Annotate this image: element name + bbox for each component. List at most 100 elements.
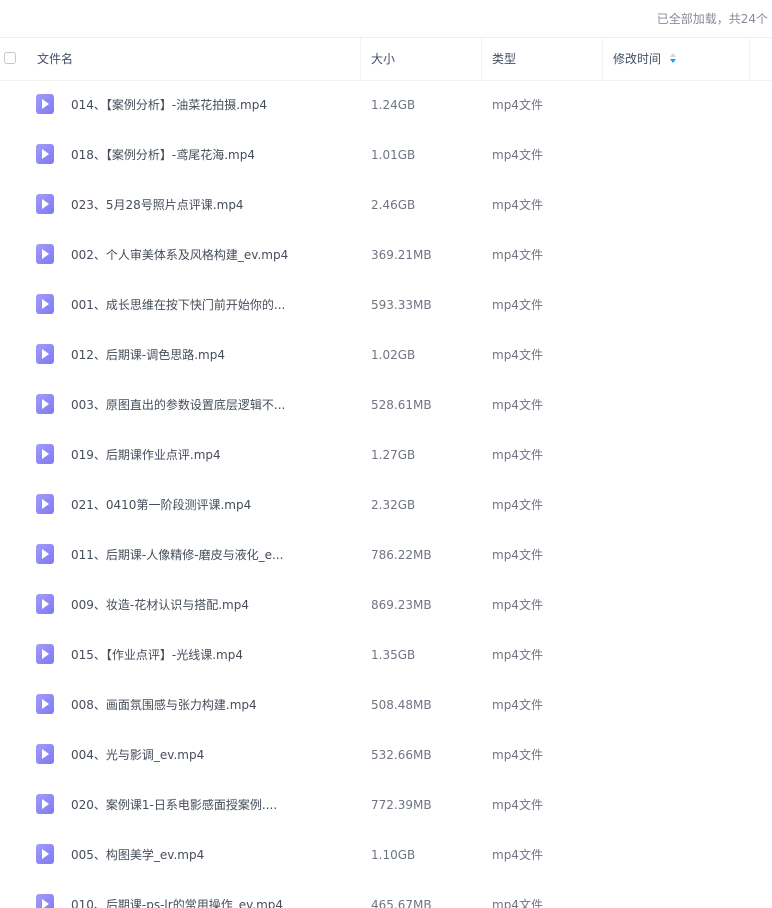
file-row[interactable]: 010、后期课-ps-lr的常用操作_ev.mp4 465.67MB mp4文件 xyxy=(0,880,772,908)
video-file-icon xyxy=(36,294,54,314)
file-name[interactable]: 005、构图美学_ev.mp4 xyxy=(71,830,204,880)
file-name[interactable]: 009、妆造-花材认识与搭配.mp4 xyxy=(71,580,249,630)
file-type: mp4文件 xyxy=(492,398,543,412)
file-name[interactable]: 008、画面氛围感与张力构建.mp4 xyxy=(71,680,257,730)
file-type: mp4文件 xyxy=(492,448,543,462)
column-divider[interactable] xyxy=(481,38,482,80)
file-size: 508.48MB xyxy=(371,698,432,712)
file-name[interactable]: 018、【案例分析】-鸢尾花海.mp4 xyxy=(71,130,255,180)
video-file-icon xyxy=(36,194,54,214)
video-file-icon xyxy=(36,644,54,664)
file-type: mp4文件 xyxy=(492,298,543,312)
column-header-type[interactable]: 类型 xyxy=(492,38,516,80)
file-size: 593.33MB xyxy=(371,298,432,312)
file-name[interactable]: 012、后期课-调色思路.mp4 xyxy=(71,330,225,380)
file-size: 786.22MB xyxy=(371,548,432,562)
file-type: mp4文件 xyxy=(492,598,543,612)
file-row[interactable]: 012、后期课-调色思路.mp4 1.02GB mp4文件 xyxy=(0,330,772,380)
video-file-icon xyxy=(36,744,54,764)
file-row[interactable]: 018、【案例分析】-鸢尾花海.mp4 1.01GB mp4文件 xyxy=(0,130,772,180)
file-row[interactable]: 011、后期课-人像精修-磨皮与液化_e... 786.22MB mp4文件 xyxy=(0,530,772,580)
sort-icon[interactable] xyxy=(669,52,677,65)
file-size: 1.02GB xyxy=(371,348,416,362)
file-size: 1.35GB xyxy=(371,648,416,662)
file-name[interactable]: 003、原图直出的参数设置底层逻辑不... xyxy=(71,380,285,430)
video-file-icon xyxy=(36,394,54,414)
file-table-header: 文件名 大小 类型 修改时间 xyxy=(0,37,772,81)
file-name[interactable]: 019、后期课作业点评.mp4 xyxy=(71,430,221,480)
video-file-icon xyxy=(36,694,54,714)
file-size: 869.23MB xyxy=(371,598,432,612)
file-row[interactable]: 002、个人审美体系及风格构建_ev.mp4 369.21MB mp4文件 xyxy=(0,230,772,280)
file-type: mp4文件 xyxy=(492,848,543,862)
load-status-bar: 已全部加载，共24个 xyxy=(0,0,772,36)
file-row[interactable]: 023、5月28号照片点评课.mp4 2.46GB mp4文件 xyxy=(0,180,772,230)
file-type: mp4文件 xyxy=(492,898,543,908)
file-size: 369.21MB xyxy=(371,248,432,262)
file-size: 1.01GB xyxy=(371,148,416,162)
video-file-icon xyxy=(36,794,54,814)
file-size: 528.61MB xyxy=(371,398,432,412)
file-size: 1.27GB xyxy=(371,448,416,462)
file-size: 532.66MB xyxy=(371,748,432,762)
file-row[interactable]: 001、成长思维在按下快门前开始你的... 593.33MB mp4文件 xyxy=(0,280,772,330)
file-row[interactable]: 008、画面氛围感与张力构建.mp4 508.48MB mp4文件 xyxy=(0,680,772,730)
column-divider[interactable] xyxy=(749,38,750,80)
video-file-icon xyxy=(36,144,54,164)
file-type: mp4文件 xyxy=(492,748,543,762)
video-file-icon xyxy=(36,494,54,514)
file-size: 2.46GB xyxy=(371,198,416,212)
load-status-text: 已全部加载，共24个 xyxy=(656,12,768,26)
file-row[interactable]: 019、后期课作业点评.mp4 1.27GB mp4文件 xyxy=(0,430,772,480)
file-size: 1.24GB xyxy=(371,98,416,112)
file-list: 014、【案例分析】-油菜花拍摄.mp4 1.24GB mp4文件 018、【案… xyxy=(0,80,772,908)
column-divider[interactable] xyxy=(360,38,361,80)
file-type: mp4文件 xyxy=(492,548,543,562)
file-name[interactable]: 002、个人审美体系及风格构建_ev.mp4 xyxy=(71,230,288,280)
select-all-checkbox[interactable] xyxy=(4,52,16,64)
column-header-modified-label: 修改时间 xyxy=(613,52,662,66)
file-size: 1.10GB xyxy=(371,848,416,862)
column-divider[interactable] xyxy=(602,38,603,80)
file-size: 2.32GB xyxy=(371,498,416,512)
file-name[interactable]: 011、后期课-人像精修-磨皮与液化_e... xyxy=(71,530,283,580)
file-type: mp4文件 xyxy=(492,648,543,662)
file-row[interactable]: 003、原图直出的参数设置底层逻辑不... 528.61MB mp4文件 xyxy=(0,380,772,430)
file-row[interactable]: 015、【作业点评】-光线课.mp4 1.35GB mp4文件 xyxy=(0,630,772,680)
video-file-icon xyxy=(36,544,54,564)
file-name[interactable]: 014、【案例分析】-油菜花拍摄.mp4 xyxy=(71,80,267,130)
file-name[interactable]: 021、0410第一阶段测评课.mp4 xyxy=(71,480,251,530)
video-file-icon xyxy=(36,844,54,864)
file-row[interactable]: 021、0410第一阶段测评课.mp4 2.32GB mp4文件 xyxy=(0,480,772,530)
file-name[interactable]: 015、【作业点评】-光线课.mp4 xyxy=(71,630,243,680)
file-row[interactable]: 014、【案例分析】-油菜花拍摄.mp4 1.24GB mp4文件 xyxy=(0,80,772,130)
file-name[interactable]: 004、光与影调_ev.mp4 xyxy=(71,730,204,780)
file-type: mp4文件 xyxy=(492,198,543,212)
file-type: mp4文件 xyxy=(492,348,543,362)
column-header-size[interactable]: 大小 xyxy=(371,38,395,80)
column-header-name[interactable]: 文件名 xyxy=(37,38,73,80)
file-name[interactable]: 001、成长思维在按下快门前开始你的... xyxy=(71,280,285,330)
file-size: 465.67MB xyxy=(371,898,432,908)
file-row[interactable]: 009、妆造-花材认识与搭配.mp4 869.23MB mp4文件 xyxy=(0,580,772,630)
file-type: mp4文件 xyxy=(492,248,543,262)
file-row[interactable]: 020、案例课1-日系电影感面授案例.... 772.39MB mp4文件 xyxy=(0,780,772,830)
file-name[interactable]: 010、后期课-ps-lr的常用操作_ev.mp4 xyxy=(71,880,283,908)
video-file-icon xyxy=(36,594,54,614)
file-type: mp4文件 xyxy=(492,698,543,712)
file-name[interactable]: 023、5月28号照片点评课.mp4 xyxy=(71,180,244,230)
video-file-icon xyxy=(36,894,54,908)
file-type: mp4文件 xyxy=(492,98,543,112)
video-file-icon xyxy=(36,444,54,464)
video-file-icon xyxy=(36,94,54,114)
file-size: 772.39MB xyxy=(371,798,432,812)
video-file-icon xyxy=(36,244,54,264)
file-row[interactable]: 005、构图美学_ev.mp4 1.10GB mp4文件 xyxy=(0,830,772,880)
file-name[interactable]: 020、案例课1-日系电影感面授案例.... xyxy=(71,780,277,830)
file-row[interactable]: 004、光与影调_ev.mp4 532.66MB mp4文件 xyxy=(0,730,772,780)
file-type: mp4文件 xyxy=(492,498,543,512)
video-file-icon xyxy=(36,344,54,364)
file-type: mp4文件 xyxy=(492,798,543,812)
file-type: mp4文件 xyxy=(492,148,543,162)
column-header-modified[interactable]: 修改时间 xyxy=(613,38,677,80)
